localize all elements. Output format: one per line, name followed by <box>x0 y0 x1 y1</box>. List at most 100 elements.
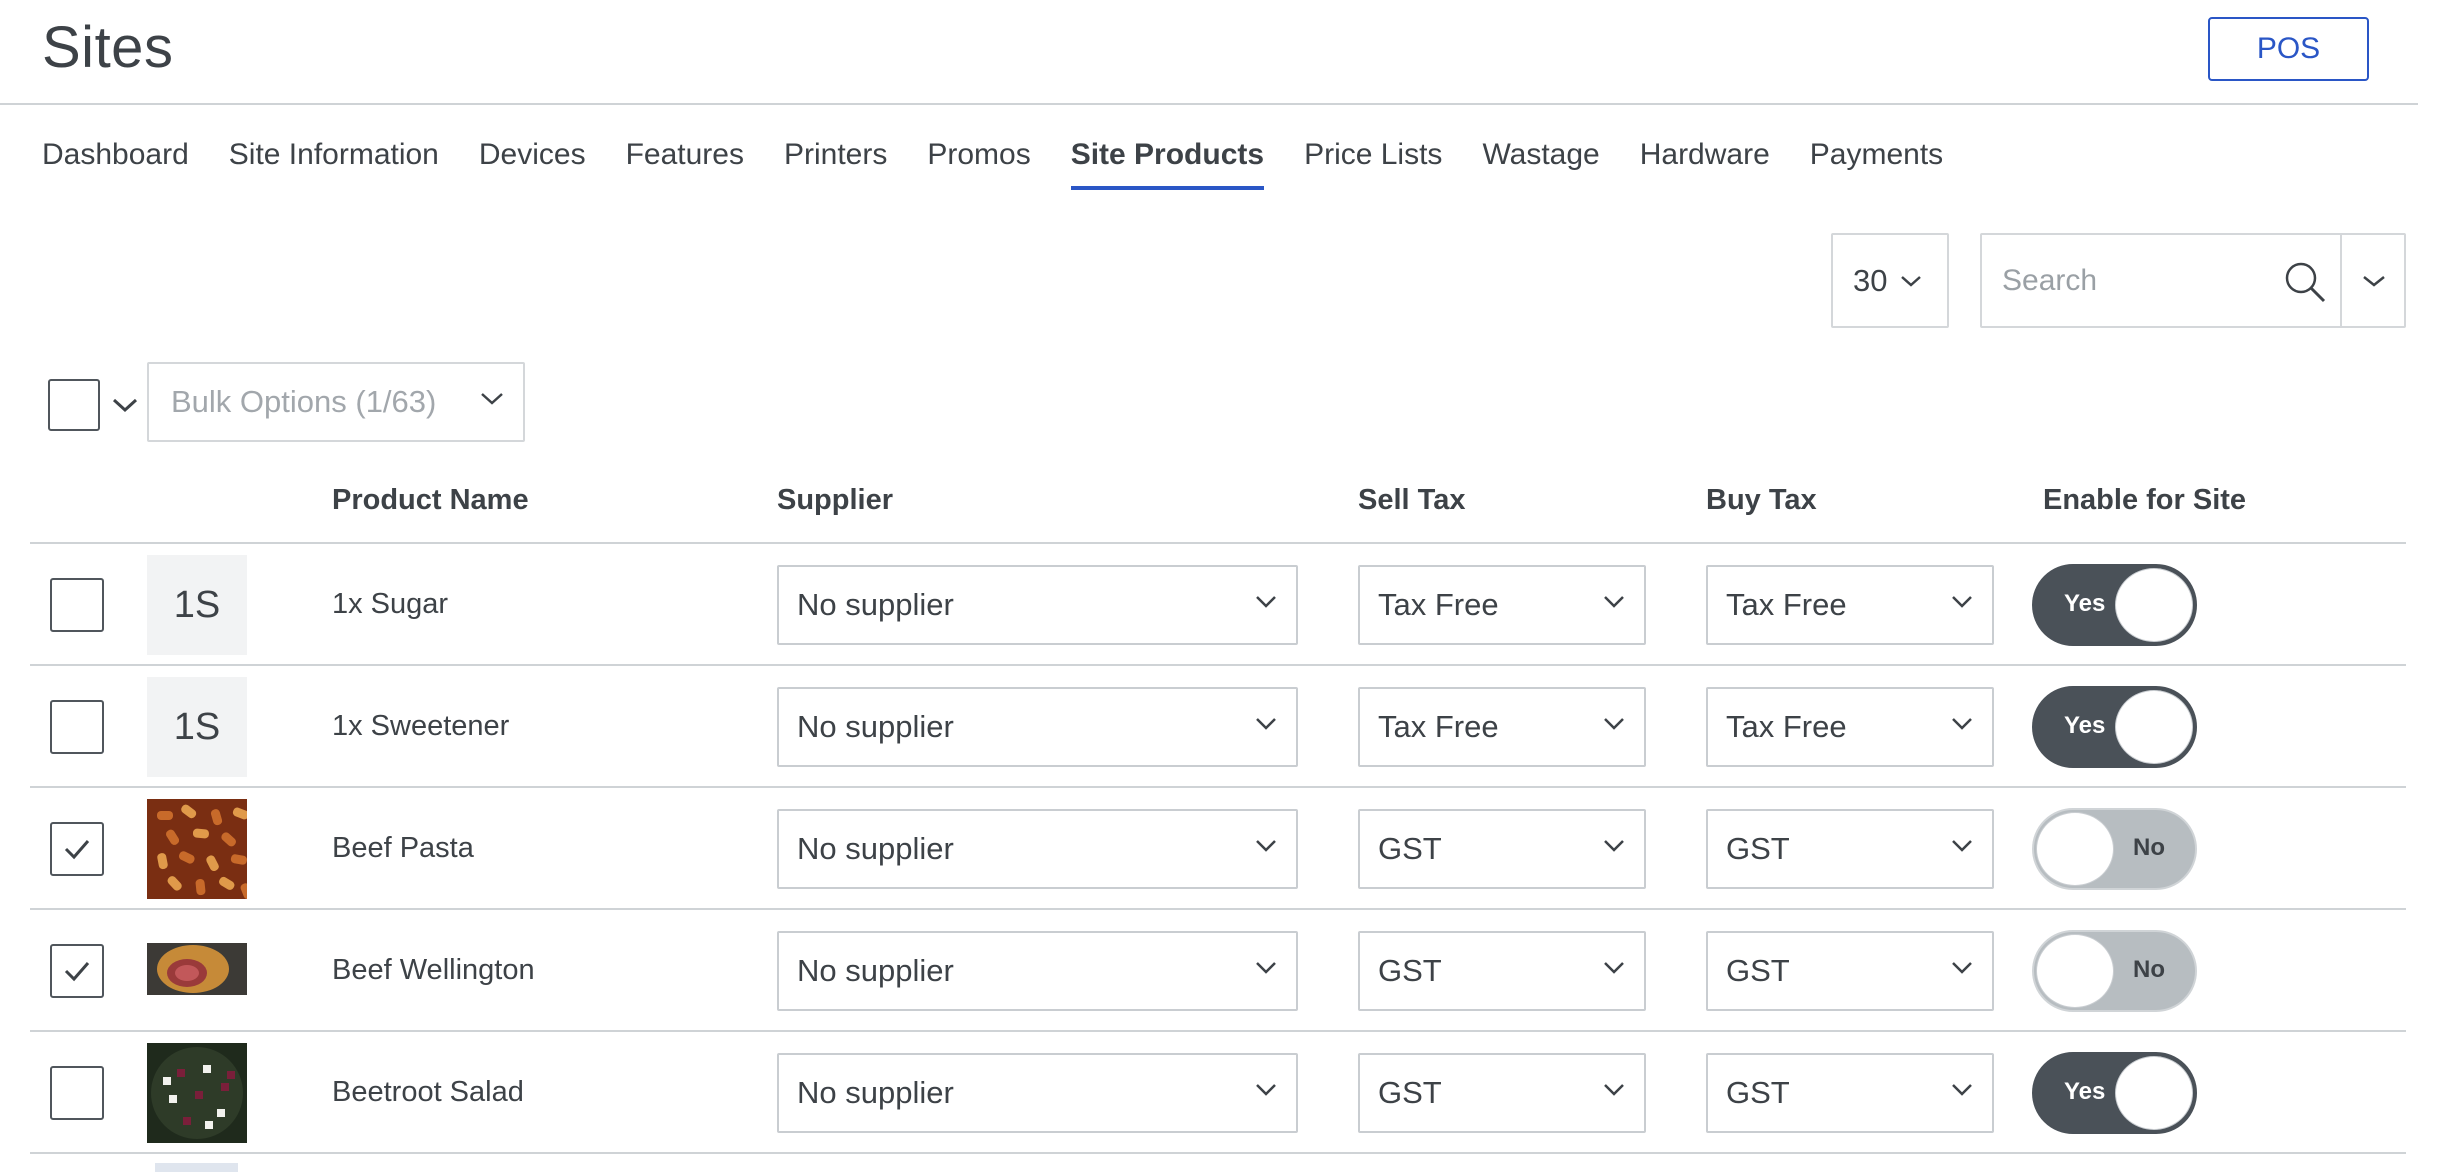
chevron-down-icon <box>1604 1084 1624 1096</box>
supplier-value: No supplier <box>797 587 954 622</box>
tab-site-information[interactable]: Site Information <box>229 130 439 190</box>
toggle-knob <box>2115 568 2193 642</box>
chevron-down-icon <box>1952 840 1972 852</box>
tab-dashboard[interactable]: Dashboard <box>42 130 189 190</box>
chevron-down-icon <box>1604 718 1624 730</box>
supplier-select[interactable]: No supplier <box>777 809 1298 889</box>
chevron-down-icon <box>481 393 503 405</box>
tab-devices[interactable]: Devices <box>479 130 586 190</box>
buy-tax-select[interactable]: Tax Free <box>1706 565 1994 645</box>
page-header: Sites POS <box>0 0 2418 105</box>
toggle-label: Yes <box>2064 712 2106 739</box>
supplier-select[interactable]: No supplier <box>777 565 1298 645</box>
chevron-down-icon <box>1256 1084 1276 1096</box>
buy-tax-select[interactable]: GST <box>1706 931 1994 1011</box>
checkmark-icon <box>64 840 90 860</box>
supplier-value: No supplier <box>797 709 954 744</box>
column-header-product-name[interactable]: Product Name <box>332 484 529 517</box>
column-header-sell-tax[interactable]: Sell Tax <box>1358 484 1465 517</box>
chevron-down-icon <box>1901 275 1922 287</box>
chevron-down-icon <box>1256 840 1276 852</box>
chevron-down-icon <box>1604 596 1624 608</box>
pos-button[interactable]: POS <box>2208 17 2369 81</box>
per-page-value: 30 <box>1853 262 1888 298</box>
row-checkbox[interactable] <box>50 1066 104 1120</box>
search-box <box>1980 233 2406 328</box>
buy-tax-value: GST <box>1726 953 1790 988</box>
table-row: 1S 1x Sugar No supplier Tax Free Tax Free Yes <box>30 544 2406 666</box>
toggle-knob <box>2115 1056 2193 1130</box>
table-header: Product Name Supplier Sell Tax Buy Tax E… <box>30 470 2406 544</box>
row-checkbox[interactable] <box>50 944 104 998</box>
search-options-toggle[interactable] <box>2340 235 2406 326</box>
chevron-down-icon <box>1952 1084 1972 1096</box>
buy-tax-select[interactable]: GST <box>1706 809 1994 889</box>
select-options-chevron-icon[interactable] <box>110 390 140 420</box>
sell-tax-value: Tax Free <box>1378 587 1499 622</box>
tab-price-lists[interactable]: Price Lists <box>1304 130 1442 190</box>
sell-tax-value: GST <box>1378 1075 1442 1110</box>
table-row: 1S 1x Sweetener No supplier Tax Free Tax Fre… <box>30 666 2406 788</box>
chevron-down-icon <box>1952 962 1972 974</box>
select-all-checkbox[interactable] <box>48 379 100 431</box>
sell-tax-select[interactable]: GST <box>1358 1053 1646 1133</box>
product-name: Beetroot Salad <box>332 1076 524 1108</box>
enable-for-site-toggle[interactable]: No <box>2032 930 2197 1012</box>
sell-tax-value: GST <box>1378 831 1442 866</box>
toggle-label: Yes <box>2064 590 2106 617</box>
product-thumbnail: 1S <box>147 555 247 655</box>
tab-promos[interactable]: Promos <box>927 130 1030 190</box>
product-thumbnail <box>147 1043 247 1143</box>
toggle-label: No <box>2133 834 2165 861</box>
product-thumbnail <box>147 799 247 899</box>
buy-tax-select[interactable]: Tax Free <box>1706 687 1994 767</box>
tab-wastage[interactable]: Wastage <box>1482 130 1599 190</box>
product-thumbnail <box>147 921 247 1021</box>
toggle-knob <box>2036 934 2114 1008</box>
column-header-supplier[interactable]: Supplier <box>777 484 893 517</box>
sell-tax-select[interactable]: Tax Free <box>1358 565 1646 645</box>
sell-tax-select[interactable]: Tax Free <box>1358 687 1646 767</box>
sell-tax-value: Tax Free <box>1378 709 1499 744</box>
tab-site-products[interactable]: Site Products <box>1070 130 1265 190</box>
chevron-down-icon <box>1256 718 1276 730</box>
tab-features[interactable]: Features <box>626 130 744 190</box>
chevron-down-icon <box>1604 962 1624 974</box>
product-name: Beef Wellington <box>332 954 535 986</box>
row-checkbox[interactable] <box>50 578 104 632</box>
chevron-down-icon <box>1952 596 1972 608</box>
enable-for-site-toggle[interactable]: Yes <box>2032 686 2197 768</box>
chevron-down-icon <box>1604 840 1624 852</box>
product-name: 1x Sugar <box>332 588 449 620</box>
buy-tax-value: Tax Free <box>1726 587 1847 622</box>
enable-for-site-toggle[interactable]: Yes <box>2032 1052 2197 1134</box>
supplier-select[interactable]: No supplier <box>777 687 1298 767</box>
site-tabs: Dashboard Site Information Devices Featu… <box>42 130 1983 192</box>
tab-printers[interactable]: Printers <box>784 130 887 190</box>
row-checkbox[interactable] <box>50 700 104 754</box>
scrollbar[interactable] <box>2418 0 2444 1172</box>
column-header-buy-tax[interactable]: Buy Tax <box>1706 484 1817 517</box>
tab-hardware[interactable]: Hardware <box>1640 130 1770 190</box>
sell-tax-select[interactable]: GST <box>1358 809 1646 889</box>
supplier-value: No supplier <box>797 1075 954 1110</box>
column-header-enable-for-site[interactable]: Enable for Site <box>2043 484 2246 517</box>
search-icon[interactable] <box>2282 259 2328 305</box>
toggle-label: Yes <box>2064 1078 2106 1105</box>
buy-tax-select[interactable]: GST <box>1706 1053 1994 1133</box>
supplier-select[interactable]: No supplier <box>777 931 1298 1011</box>
chevron-down-icon <box>1256 962 1276 974</box>
tab-payments[interactable]: Payments <box>1810 130 1943 190</box>
toggle-knob <box>2115 690 2193 764</box>
supplier-select[interactable]: No supplier <box>777 1053 1298 1133</box>
sell-tax-select[interactable]: GST <box>1358 931 1646 1011</box>
enable-for-site-toggle[interactable]: Yes <box>2032 564 2197 646</box>
product-name: 1x Sweetener <box>332 710 510 742</box>
row-checkbox[interactable] <box>50 822 104 876</box>
enable-for-site-toggle[interactable]: No <box>2032 808 2197 890</box>
buy-tax-value: Tax Free <box>1726 709 1847 744</box>
per-page-select[interactable]: 30 <box>1831 233 1949 328</box>
supplier-value: No supplier <box>797 953 954 988</box>
bulk-options-select[interactable]: Bulk Options (1/63) <box>147 362 525 442</box>
chevron-down-icon <box>1952 718 1972 730</box>
